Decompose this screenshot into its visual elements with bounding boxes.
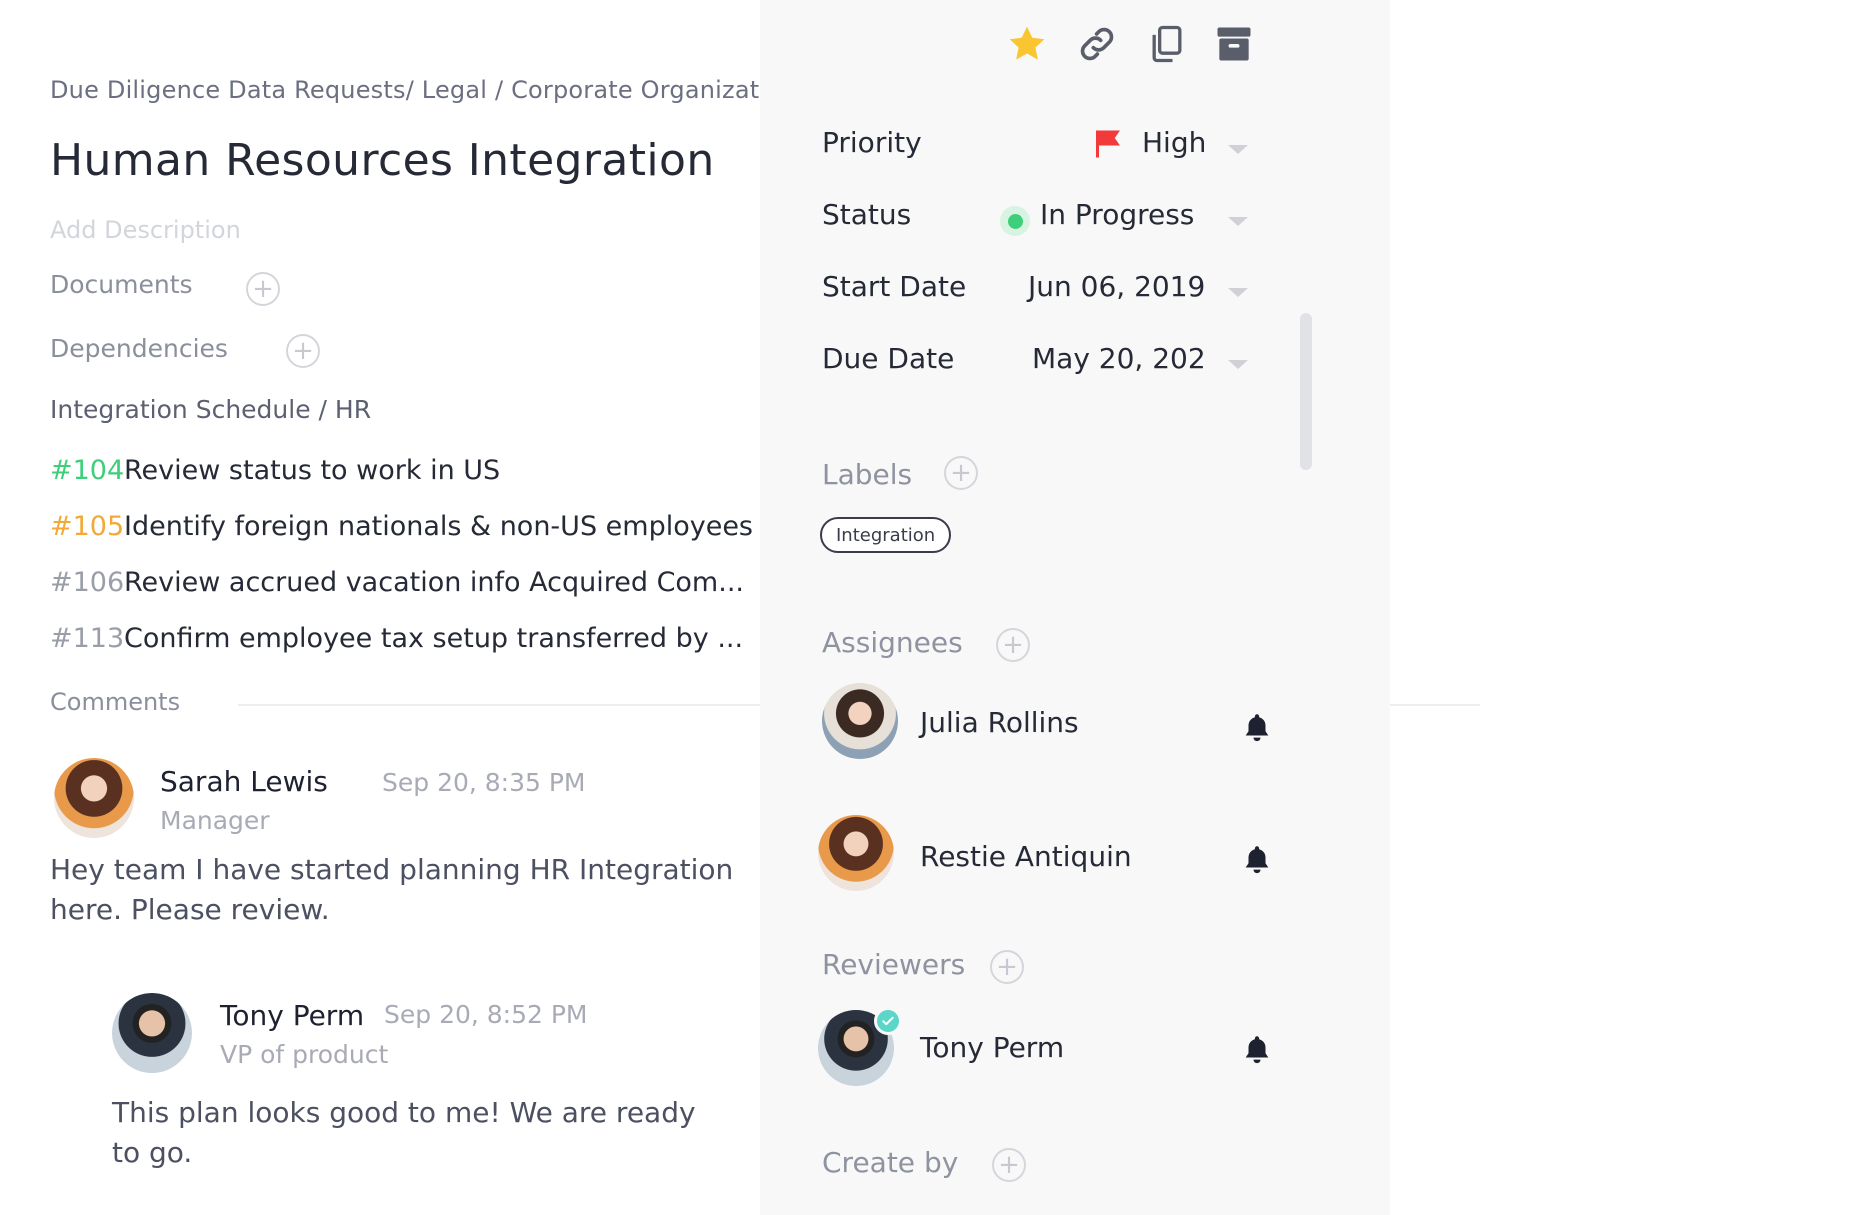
- start-date-picker[interactable]: Jun 06, 2019: [1028, 270, 1205, 303]
- plus-icon: +: [252, 274, 274, 304]
- scrollbar[interactable]: [1300, 313, 1312, 470]
- page-title[interactable]: Human Resources Integration: [50, 135, 715, 186]
- assignees-label: Assignees: [822, 626, 963, 659]
- reviewers-label: Reviewers: [822, 948, 966, 981]
- add-creator-button[interactable]: +: [992, 1148, 1026, 1182]
- comment-body-line: here. Please review.: [50, 893, 330, 926]
- add-reviewer-button[interactable]: +: [990, 950, 1024, 984]
- star-icon[interactable]: [1005, 22, 1049, 66]
- chevron-down-icon[interactable]: [1228, 217, 1248, 226]
- assignee-name[interactable]: Julia Rollins: [920, 706, 1079, 739]
- priority-label: Priority: [822, 126, 922, 159]
- start-date-label: Start Date: [822, 270, 967, 303]
- subtask-item[interactable]: #113Confirm employee tax setup transferr…: [50, 623, 743, 654]
- documents-label: Documents: [50, 270, 193, 299]
- archive-icon[interactable]: [1212, 22, 1256, 66]
- due-date-picker[interactable]: May 20, 202: [1032, 342, 1206, 375]
- add-assignee-button[interactable]: +: [996, 628, 1030, 662]
- plus-icon: +: [996, 952, 1018, 982]
- plus-icon: +: [950, 458, 972, 488]
- assignee-name[interactable]: Restie Antiquin: [920, 840, 1132, 873]
- avatar[interactable]: [54, 758, 134, 838]
- link-icon[interactable]: [1075, 22, 1119, 66]
- subtask-title: Review status to work in US: [124, 455, 501, 486]
- comment-author-role: VP of product: [220, 1040, 389, 1069]
- add-dependency-button[interactable]: +: [286, 334, 320, 368]
- comment-body: Hey team I have started planning HR Inte…: [50, 850, 733, 930]
- flag-icon: [1096, 130, 1120, 158]
- comments-divider: [238, 704, 760, 706]
- plus-icon: +: [1002, 630, 1024, 660]
- plus-icon: +: [998, 1150, 1020, 1180]
- priority-select[interactable]: High: [1142, 126, 1206, 159]
- subtask-number: #104: [50, 455, 125, 486]
- avatar[interactable]: [112, 993, 192, 1073]
- add-description-field[interactable]: Add Description: [50, 216, 241, 244]
- schedule-breadcrumb[interactable]: Integration Schedule / HR: [50, 395, 371, 424]
- subtask-item[interactable]: #104Review status to work in US: [50, 455, 500, 486]
- subtask-title: Identify foreign nationals & non-US empl…: [124, 511, 754, 542]
- comment-author-role: Manager: [160, 806, 270, 835]
- bell-icon[interactable]: [1240, 841, 1274, 877]
- create-by-label: Create by: [822, 1146, 959, 1179]
- subtask-title: Review accrued vacation info Acquired Co…: [124, 567, 744, 598]
- dependencies-label: Dependencies: [50, 334, 228, 363]
- comments-label: Comments: [50, 688, 181, 716]
- reviewer-name[interactable]: Tony Perm: [920, 1031, 1064, 1064]
- comment-author[interactable]: Sarah Lewis: [160, 765, 328, 798]
- status-select[interactable]: In Progress: [1040, 198, 1194, 231]
- chevron-down-icon[interactable]: [1228, 360, 1248, 369]
- properties-sidebar: Priority High Status In Progress Start D…: [760, 0, 1390, 1215]
- comment-body-line: Hey team I have started planning HR Inte…: [50, 853, 734, 886]
- copy-icon[interactable]: [1145, 22, 1189, 66]
- subtask-number: #106: [50, 567, 125, 598]
- status-label: Status: [822, 198, 912, 231]
- comment-author[interactable]: Tony Perm: [220, 999, 364, 1032]
- avatar[interactable]: [822, 683, 898, 759]
- subtask-item[interactable]: #105Identify foreign nationals & non-US …: [50, 511, 753, 542]
- comment-body: This plan looks good to me! We are ready…: [112, 1093, 696, 1173]
- add-label-button[interactable]: +: [944, 456, 978, 490]
- divider: [1390, 704, 1480, 706]
- comment-body-line: to go.: [112, 1136, 193, 1169]
- label-chip[interactable]: Integration: [820, 517, 952, 553]
- add-document-button[interactable]: +: [246, 272, 280, 306]
- subtask-title: Confirm employee tax setup transferred b…: [124, 623, 744, 654]
- status-dot: [1007, 213, 1023, 229]
- task-detail-pane: Due Diligence Data Requests/ Legal / Cor…: [0, 0, 760, 1215]
- avatar[interactable]: [818, 815, 894, 891]
- comment-timestamp: Sep 20, 8:35 PM: [382, 768, 586, 797]
- breadcrumb[interactable]: Due Diligence Data Requests/ Legal / Cor…: [50, 76, 760, 104]
- verified-badge: [874, 1007, 902, 1035]
- due-date-label: Due Date: [822, 342, 955, 375]
- comment-body-line: This plan looks good to me! We are ready: [112, 1096, 696, 1129]
- status-indicator: [1000, 206, 1030, 236]
- comment-timestamp: Sep 20, 8:52 PM: [384, 1000, 588, 1029]
- plus-icon: +: [292, 336, 314, 366]
- subtask-number: #105: [50, 511, 125, 542]
- subtask-item[interactable]: #106Review accrued vacation info Acquire…: [50, 567, 744, 598]
- subtask-number: #113: [50, 623, 125, 654]
- bell-icon[interactable]: [1240, 709, 1274, 745]
- chevron-down-icon[interactable]: [1228, 288, 1248, 297]
- empty-canvas: [1390, 0, 1864, 1215]
- check-icon: [882, 1016, 894, 1026]
- bell-icon[interactable]: [1240, 1031, 1274, 1067]
- chevron-down-icon[interactable]: [1228, 145, 1248, 154]
- labels-label: Labels: [822, 458, 913, 491]
